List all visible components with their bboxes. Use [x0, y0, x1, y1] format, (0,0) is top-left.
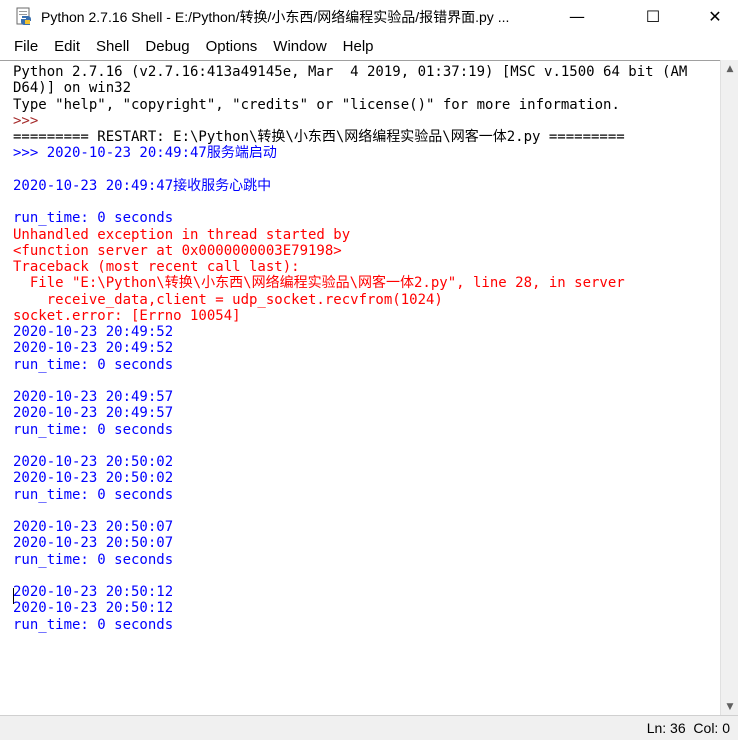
vertical-scrollbar[interactable]: ▲ ▼	[720, 60, 738, 715]
shell-line: socket.error: [Errno 10054]	[13, 307, 241, 324]
shell-line: receive_data,client = udp_socket.recvfro…	[13, 291, 443, 308]
cursor-position: Ln: 36 Col: 0	[647, 720, 730, 736]
python-idle-icon	[16, 7, 31, 25]
menu-options[interactable]: Options	[198, 33, 266, 60]
shell-line: 2020-10-23 20:49:52	[13, 340, 174, 357]
shell-output: Python 2.7.16 (v2.7.16:413a49145e, Mar 4…	[13, 64, 687, 633]
menu-help[interactable]: Help	[335, 33, 382, 60]
shell-line: run_time: 0 seconds	[13, 616, 174, 633]
shell-line: >>>	[13, 112, 47, 129]
close-button[interactable]: ✕	[692, 0, 738, 33]
minimize-icon: —	[569, 7, 585, 26]
shell-line: >>> 2020-10-23 20:49:47服务端启动	[13, 145, 277, 162]
shell-line: File "E:\Python\转换\小东西\网络编程实验品\网客一体2.py"…	[13, 275, 625, 292]
shell-line: 2020-10-23 20:50:12	[13, 584, 174, 600]
shell-line: run_time: 0 seconds	[13, 210, 174, 227]
status-bar: Ln: 36 Col: 0	[0, 715, 738, 740]
shell-line: Unhandled exception in thread started by	[13, 226, 351, 243]
shell-line: 2020-10-23 20:49:57	[13, 389, 174, 405]
shell-text-area[interactable]: Python 2.7.16 (v2.7.16:413a49145e, Mar 4…	[0, 60, 720, 716]
shell-line: run_time: 0 seconds	[13, 356, 174, 373]
shell-line: run_time: 0 seconds	[13, 486, 174, 503]
menu-bar: File Edit Shell Debug Options Window Hel…	[0, 33, 738, 60]
shell-line: run_time: 0 seconds	[13, 421, 174, 438]
shell-line: run_time: 0 seconds	[13, 551, 174, 568]
shell-line: Type "help", "copyright", "credits" or "…	[13, 96, 620, 113]
window-title: Python 2.7.16 Shell - E:/Python/转换/小东西/网…	[41, 9, 510, 25]
shell-line: 2020-10-23 20:49:52	[13, 324, 174, 340]
shell-line: 2020-10-23 20:49:57	[13, 405, 174, 422]
shell-line: Traceback (most recent call last):	[13, 259, 300, 275]
close-icon: ✕	[708, 7, 722, 26]
shell-line: 2020-10-23 20:50:07	[13, 535, 174, 552]
shell-line: D64)] on win32	[13, 80, 132, 97]
maximize-button[interactable]: ☐	[630, 0, 676, 33]
scroll-up-icon[interactable]: ▲	[721, 60, 738, 77]
menu-debug[interactable]: Debug	[137, 33, 197, 60]
menu-edit[interactable]: Edit	[46, 33, 88, 60]
shell-line: <function server at 0x0000000003E79198>	[13, 242, 342, 259]
text-cursor	[13, 588, 14, 604]
line-number: Ln: 36	[646, 720, 686, 736]
scroll-down-icon[interactable]: ▼	[721, 698, 738, 715]
menu-window[interactable]: Window	[265, 33, 334, 60]
shell-line: ========= RESTART: E:\Python\转换\小东西\网络编程…	[13, 129, 625, 145]
shell-line: 2020-10-23 20:49:47接收服务心跳中	[13, 177, 272, 194]
menu-shell[interactable]: Shell	[88, 33, 137, 60]
column-number: Col: 0	[693, 720, 730, 736]
shell-line: Python 2.7.16 (v2.7.16:413a49145e, Mar 4…	[13, 64, 688, 80]
shell-line: 2020-10-23 20:50:02	[13, 454, 174, 470]
minimize-button[interactable]: —	[554, 0, 600, 33]
maximize-icon: ☐	[645, 7, 661, 26]
menu-file[interactable]: File	[0, 33, 46, 60]
shell-line: 2020-10-23 20:50:12	[13, 600, 174, 617]
title-bar[interactable]: Python 2.7.16 Shell - E:/Python/转换/小东西/网…	[0, 0, 738, 33]
shell-line: 2020-10-23 20:50:07	[13, 519, 174, 535]
shell-line: 2020-10-23 20:50:02	[13, 470, 174, 487]
